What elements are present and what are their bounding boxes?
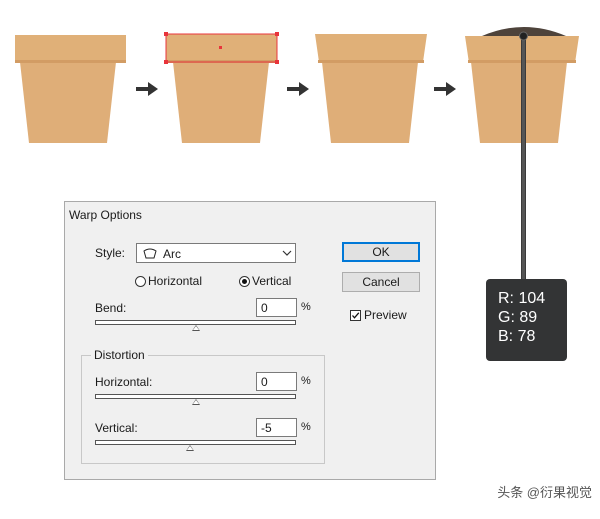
distortion-vertical-label: Vertical: <box>95 421 138 435</box>
arrow-icon <box>434 82 456 96</box>
warp-options-dialog: Warp Options Style: Arc Horizontal Verti… <box>64 201 436 480</box>
style-select-value: Arc <box>163 247 181 261</box>
color-red-value: R: 104 <box>498 290 546 307</box>
pot-original <box>15 35 126 143</box>
chevron-down-icon <box>282 250 292 256</box>
distortion-vertical-input[interactable]: -5 <box>256 418 297 437</box>
arrow-icon <box>136 82 158 96</box>
distortion-horizontal-unit: % <box>301 375 311 387</box>
ok-button[interactable]: OK <box>342 242 420 262</box>
bend-slider-handle[interactable] <box>191 325 200 331</box>
horizontal-radio-label[interactable]: Horizontal <box>148 274 202 288</box>
distortion-horizontal-slider-handle[interactable] <box>191 399 200 405</box>
arrow-icon <box>287 82 309 96</box>
color-green-value: G: 89 <box>498 309 538 326</box>
distortion-vertical-slider-track[interactable] <box>95 440 296 445</box>
color-blue-value: B: 78 <box>498 328 536 345</box>
cancel-button[interactable]: Cancel <box>342 272 420 292</box>
style-select[interactable]: Arc <box>136 243 296 263</box>
pot-warped-rim <box>315 34 427 143</box>
dialog-title: Warp Options <box>69 208 142 222</box>
vertical-radio-label[interactable]: Vertical <box>252 274 291 288</box>
distortion-vertical-unit: % <box>301 421 311 433</box>
vertical-radio[interactable] <box>239 276 250 287</box>
bend-input[interactable]: 0 <box>256 298 297 317</box>
pot-selected-rim <box>164 32 279 143</box>
distortion-horizontal-label: Horizontal: <box>95 375 153 389</box>
checkmark-icon <box>352 312 360 319</box>
distortion-group-label: Distortion <box>91 348 148 362</box>
arc-style-icon <box>143 248 157 259</box>
style-label: Style: <box>95 246 126 260</box>
distortion-horizontal-input[interactable]: 0 <box>256 372 297 391</box>
bend-unit: % <box>301 301 311 313</box>
bend-label: Bend: <box>95 301 127 315</box>
color-readout-tooltip: R: 104 G: 89 B: 78 <box>486 279 567 361</box>
preview-checkbox[interactable] <box>350 310 361 321</box>
distortion-vertical-slider-handle[interactable] <box>186 445 195 451</box>
preview-label[interactable]: Preview <box>364 308 407 322</box>
horizontal-radio[interactable] <box>135 276 146 287</box>
watermark: 头条 @衍果视觉 <box>497 485 592 500</box>
